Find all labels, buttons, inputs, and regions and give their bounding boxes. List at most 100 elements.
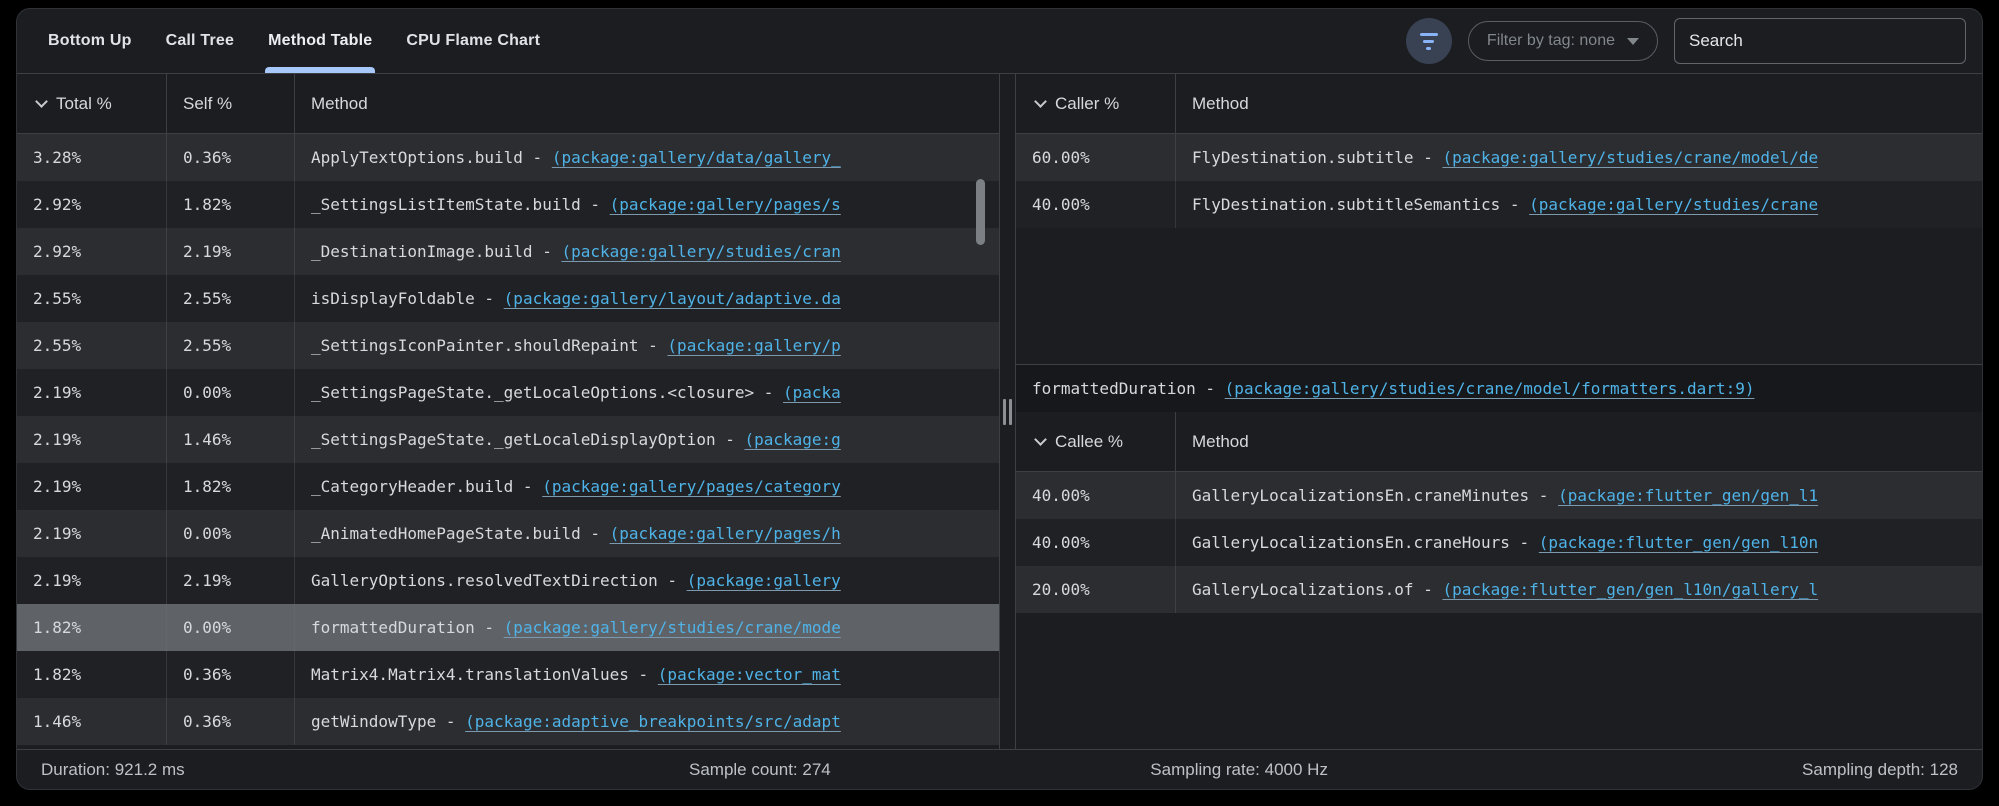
table-row[interactable]: 3.28% 0.36% ApplyTextOptions.build - (pack… (17, 134, 999, 181)
method-cell: Matrix4.Matrix4.translationValues - (pac… (295, 651, 999, 698)
table-row[interactable]: 2.19% 0.00% _AnimatedHomePageState.build -… (17, 510, 999, 557)
panel-drag-handle[interactable] (1003, 398, 1012, 425)
table-row[interactable]: 2.19% 1.46% _SettingsPageState._getLocaleD… (17, 416, 999, 463)
package-link[interactable]: (package:gallery/studies/crane (1529, 195, 1818, 214)
column-header-method[interactable]: Method (1176, 74, 1982, 133)
search-input[interactable] (1674, 18, 1966, 64)
package-link[interactable]: (package:g (744, 430, 840, 449)
table-row[interactable]: 2.19% 1.82% _CategoryHeader.build - (packa… (17, 463, 999, 510)
separator: - (1195, 379, 1225, 398)
table-row[interactable]: 2.19% 2.19% GalleryOptions.resolvedTextDir… (17, 557, 999, 604)
package-link[interactable]: (package:vector_mat (658, 665, 841, 684)
package-link[interactable]: (package:adaptive_breakpoints/src/adapt (465, 712, 841, 731)
table-row[interactable]: 40.00% GalleryLocalizationsEn.craneMinute… (1016, 472, 1982, 519)
method-name: FlyDestination.subtitleSemantics (1192, 195, 1501, 214)
status-sampling-rate: Sampling rate: 4000 Hz (1150, 759, 1328, 779)
table-row[interactable]: 1.82% 0.00% formattedDuration - (package:g… (17, 604, 999, 651)
column-header-total[interactable]: Total % (17, 74, 167, 133)
separator: - (1529, 486, 1559, 505)
filter-button[interactable] (1405, 18, 1452, 64)
package-link[interactable]: (package:gallery/studies/crane/mode (504, 618, 841, 637)
callees-table-header: Callee % Method (1016, 412, 1982, 472)
table-row[interactable]: 20.00% GalleryLocalizations.of - (package… (1016, 566, 1982, 613)
package-link[interactable]: (package:flutter_gen/gen_l10n/gallery_l (1442, 580, 1818, 599)
table-row[interactable]: 1.82% 0.36% Matrix4.Matrix4.translationVal… (17, 651, 999, 698)
column-header-caller-pct[interactable]: Caller % (1016, 74, 1176, 133)
separator: - (715, 430, 745, 449)
package-link[interactable]: (package:gallery (687, 571, 841, 590)
method-cell: FlyDestination.subtitle - (package:galle… (1176, 134, 1982, 181)
column-header-label: Caller % (1055, 93, 1120, 113)
percent-cell: 0.36% (167, 134, 295, 181)
table-row[interactable]: 40.00% GalleryLocalizationsEn.craneHours … (1016, 519, 1982, 566)
method-cell: isDisplayFoldable - (package:gallery/lay… (295, 275, 999, 322)
tab-bottom-up[interactable]: Bottom Up (31, 9, 149, 73)
table-row[interactable]: 2.19% 0.00% _SettingsPageState._getLocaleO… (17, 369, 999, 416)
table-row[interactable]: 1.46% 0.36% getWindowType - (package:adapt… (17, 698, 999, 745)
method-cell: _SettingsPageState._getLocaleDisplayOpti… (295, 416, 999, 463)
package-link[interactable]: (package:flutter_gen/gen_l1 (1558, 486, 1818, 505)
percent-cell: 40.00% (1016, 519, 1176, 566)
callers-table-header: Caller % Method (1016, 74, 1982, 134)
separator: - (1413, 580, 1443, 599)
column-header-callee-pct[interactable]: Callee % (1016, 412, 1176, 471)
filter-by-tag-dropdown[interactable]: Filter by tag: none (1467, 21, 1658, 61)
method-table-panel: Total % Self % Method 3.28% 0.36% ApplyTex… (17, 74, 1000, 749)
column-header-method[interactable]: Method (295, 74, 999, 133)
method-cell: _DestinationImage.build - (package:galle… (295, 228, 999, 275)
package-link[interactable]: (package:gallery/studies/crane/model/de (1442, 148, 1818, 167)
package-link[interactable]: (package:gallery/pages/h (610, 524, 841, 543)
method-cell: _SettingsListItemState.build - (package:… (295, 181, 999, 228)
package-link[interactable]: (package:gallery/pages/category (542, 477, 841, 496)
tab-cpu-flame-chart[interactable]: CPU Flame Chart (389, 9, 557, 73)
package-link[interactable]: (package:gallery/studies/cran (561, 242, 840, 261)
scrollbar-thumb[interactable] (976, 179, 985, 245)
package-link[interactable]: (packa (783, 383, 841, 402)
tab-method-table[interactable]: Method Table (251, 9, 389, 73)
table-row[interactable]: 2.55% 2.55% isDisplayFoldable - (package:g… (17, 275, 999, 322)
package-link[interactable]: (package:gallery/p (667, 336, 840, 355)
table-row[interactable]: 2.55% 2.55% _SettingsIconPainter.shouldRep… (17, 322, 999, 369)
column-header-label: Method (311, 93, 368, 113)
tab-call-tree[interactable]: Call Tree (149, 9, 252, 73)
percent-cell: 2.19% (17, 557, 167, 604)
package-link[interactable]: (package:gallery/layout/adaptive.da (504, 289, 841, 308)
method-table-rows: 3.28% 0.36% ApplyTextOptions.build - (pack… (17, 134, 999, 745)
percent-cell: 2.55% (167, 322, 295, 369)
panel-divider (1000, 74, 1015, 749)
sort-chevron-icon (1034, 433, 1047, 446)
percent-cell: 2.55% (17, 322, 167, 369)
percent-cell: 1.82% (167, 463, 295, 510)
method-name: GalleryLocalizationsEn.craneMinutes (1192, 486, 1530, 505)
separator: - (1413, 148, 1443, 167)
percent-cell: 40.00% (1016, 472, 1176, 519)
percent-cell: 2.92% (17, 228, 167, 275)
package-link[interactable]: (package:gallery/data/gallery_ (552, 148, 841, 167)
percent-cell: 1.82% (17, 604, 167, 651)
percent-cell: 2.19% (17, 369, 167, 416)
percent-cell: 2.92% (17, 181, 167, 228)
percent-cell: 2.19% (17, 416, 167, 463)
percent-cell: 1.46% (17, 698, 167, 745)
percent-cell: 2.19% (17, 463, 167, 510)
column-header-label: Method (1192, 431, 1249, 451)
table-row[interactable]: 2.92% 1.82% _SettingsListItemState.build -… (17, 181, 999, 228)
column-header-self[interactable]: Self % (167, 74, 295, 133)
package-link[interactable]: (package:gallery/pages/s (610, 195, 841, 214)
column-header-method[interactable]: Method (1176, 412, 1982, 471)
chevron-down-icon (1627, 37, 1639, 45)
table-row[interactable]: 60.00% FlyDestination.subtitle - (package… (1016, 134, 1982, 181)
selected-tab-indicator (265, 67, 376, 73)
package-link[interactable]: (package:flutter_gen/gen_l10n (1539, 533, 1818, 552)
profiler-window: Bottom Up Call Tree Method Table CPU Flame … (16, 8, 1983, 790)
method-cell: GalleryLocalizationsEn.craneMinutes - (p… (1176, 472, 1982, 519)
status-duration: Duration: 921.2 ms (41, 759, 185, 779)
package-link[interactable]: (package:gallery/studies/crane/model/for… (1225, 379, 1755, 398)
method-name: formattedDuration (311, 618, 475, 637)
percent-cell: 2.19% (167, 557, 295, 604)
percent-cell: 1.82% (17, 651, 167, 698)
table-row[interactable]: 40.00% FlyDestination.subtitleSemantics -… (1016, 181, 1982, 228)
method-name: _CategoryHeader.build (311, 477, 514, 496)
table-row[interactable]: 2.92% 2.19% _DestinationImage.build - (pac… (17, 228, 999, 275)
separator: - (628, 665, 658, 684)
